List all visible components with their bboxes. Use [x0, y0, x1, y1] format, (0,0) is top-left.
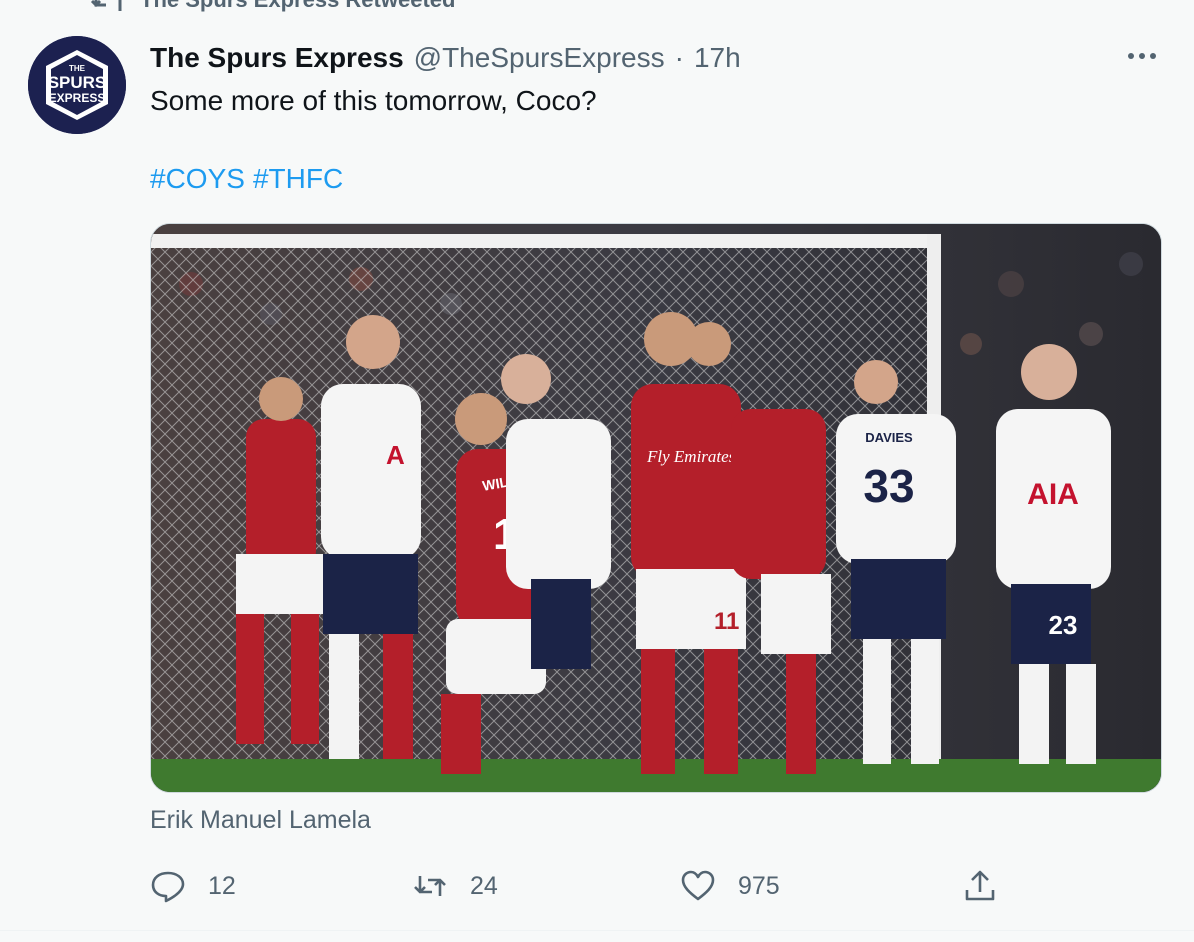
photo-shirt-name-davies: DAVIES: [865, 430, 913, 445]
hashtag-list: #COYS #THFC: [150, 162, 343, 196]
more-options-button[interactable]: [1124, 42, 1160, 70]
spurs-express-logo: THE SPURS EXPRESS: [28, 36, 126, 134]
retweet-button[interactable]: 24: [412, 864, 498, 908]
divider: [0, 930, 1194, 931]
tweet-text: Some more of this tomorrow, Coco?: [150, 85, 597, 116]
svg-text:A: A: [386, 440, 405, 470]
tweet-header: The Spurs Express @TheSpursExpress · 17h: [150, 40, 741, 76]
share-button[interactable]: [962, 864, 998, 908]
avatar-line3: EXPRESS: [49, 91, 106, 105]
timestamp[interactable]: 17h: [694, 42, 741, 74]
retweet-indicator[interactable]: The Spurs Express Retweeted: [90, 0, 455, 14]
tweet-actions: 12 24 975: [150, 864, 1050, 908]
display-name[interactable]: The Spurs Express: [150, 42, 404, 74]
avatar-line2: SPURS: [48, 73, 107, 92]
photo-sponsor-text: Fly Emirates: [646, 447, 736, 466]
football-celebration-photo: A WILSHERE 10 Fly Emirates 11 DAVIES 33: [151, 224, 1161, 792]
avatar[interactable]: THE SPURS EXPRESS: [28, 36, 126, 134]
more-dot-icon: [1150, 53, 1156, 59]
more-dot-icon: [1128, 53, 1134, 59]
hashtag-thfc[interactable]: #THFC: [253, 162, 343, 196]
separator-dot: ·: [674, 42, 684, 73]
retweet-count: 24: [470, 871, 498, 900]
photo-sponsor-aia: AIA: [1027, 478, 1079, 511]
like-button[interactable]: 975: [680, 864, 780, 908]
retweet-label: The Spurs Express Retweeted: [140, 0, 455, 13]
like-count: 975: [738, 871, 780, 900]
retweet-icon: [414, 876, 446, 896]
reply-icon: [151, 871, 185, 903]
hashtag-coys[interactable]: #COYS: [150, 162, 245, 196]
photo-shirt-number-23: 23: [1049, 610, 1078, 640]
reply-count: 12: [208, 871, 236, 900]
reply-button[interactable]: 12: [150, 864, 236, 908]
tweet-photo[interactable]: A WILSHERE 10 Fly Emirates 11 DAVIES 33: [150, 223, 1162, 793]
retweet-icon: [90, 0, 123, 11]
tagged-user-link[interactable]: Erik Manuel Lamela: [150, 806, 371, 835]
share-icon: [965, 870, 995, 901]
avatar-line1: THE: [69, 64, 86, 73]
handle[interactable]: @TheSpursExpress: [414, 42, 665, 74]
more-dot-icon: [1139, 53, 1145, 59]
heart-icon: [681, 870, 715, 901]
photo-shirt-number-11: 11: [714, 608, 739, 635]
photo-shirt-number-33: 33: [863, 460, 914, 512]
